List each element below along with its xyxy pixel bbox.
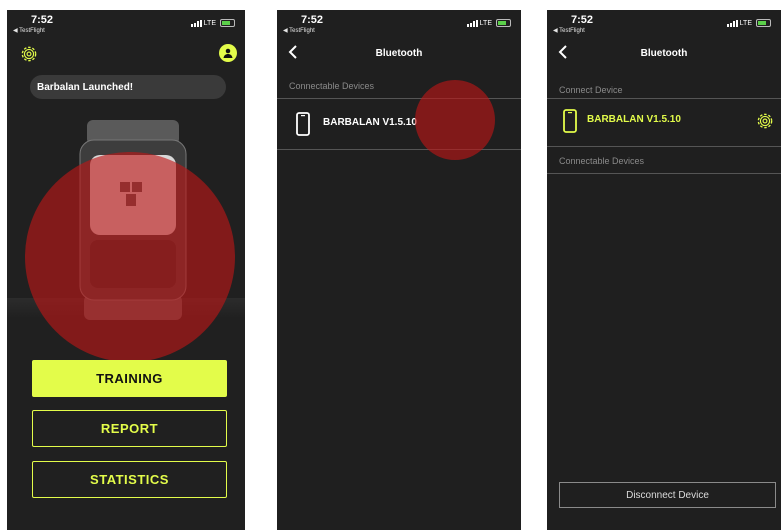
status-bar: 7:52 ◀ TestFlight LTE xyxy=(7,10,245,40)
signal-bars-icon xyxy=(190,19,202,27)
signal-indicator: LTE xyxy=(466,19,511,27)
signal-bars-icon xyxy=(726,19,738,27)
user-icon[interactable] xyxy=(219,44,237,62)
status-bar: 7:52 ◀ TestFlight LTE xyxy=(277,10,521,40)
phone-icon xyxy=(563,109,577,133)
bluetooth-scan-screen: 7:52 ◀ TestFlight LTE Bluetooth Connecta… xyxy=(277,10,521,530)
connected-device-name: BARBALAN V1.5.10 xyxy=(587,114,681,125)
signal-indicator: LTE xyxy=(190,19,235,27)
page-title: Bluetooth xyxy=(640,48,688,59)
touch-indicator xyxy=(415,80,495,160)
testflight-back-link[interactable]: ◀ TestFlight xyxy=(553,27,585,34)
phone-icon xyxy=(296,112,310,136)
gear-icon[interactable] xyxy=(19,44,39,64)
status-time: 7:52 xyxy=(301,14,324,26)
launch-toast: Barbalan Launched! xyxy=(30,75,226,99)
status-time: 7:52 xyxy=(31,14,54,26)
device-name: BARBALAN V1.5.10 xyxy=(323,117,417,128)
report-button[interactable]: REPORT xyxy=(32,410,227,447)
battery-icon xyxy=(220,19,235,27)
network-label: LTE xyxy=(203,19,216,27)
divider xyxy=(547,173,781,174)
connected-device-row[interactable]: BARBALAN V1.5.10 xyxy=(547,96,781,146)
network-label: LTE xyxy=(739,19,752,27)
home-screen: 7:52 ◀ TestFlight LTE Barbalan Launched! xyxy=(7,10,245,530)
battery-icon xyxy=(756,19,771,27)
statistics-button[interactable]: STATISTICS xyxy=(32,461,227,498)
battery-icon xyxy=(496,19,511,27)
status-bar: 7:52 ◀ TestFlight LTE xyxy=(547,10,781,40)
section-header-connectable: Connectable Devices xyxy=(547,147,781,175)
testflight-back-link[interactable]: ◀ TestFlight xyxy=(13,27,45,34)
training-button[interactable]: TRAINING xyxy=(32,360,227,397)
user-glyph-icon xyxy=(223,48,233,58)
disconnect-device-button[interactable]: Disconnect Device xyxy=(559,482,776,508)
testflight-back-link[interactable]: ◀ TestFlight xyxy=(283,27,315,34)
page-title: Bluetooth xyxy=(375,48,423,59)
gear-icon[interactable] xyxy=(755,111,775,131)
touch-indicator xyxy=(25,152,235,362)
divider xyxy=(277,149,521,150)
bluetooth-connected-screen: 7:52 ◀ TestFlight LTE Bluetooth Connect … xyxy=(547,10,781,530)
network-label: LTE xyxy=(479,19,492,27)
status-time: 7:52 xyxy=(571,14,594,26)
signal-indicator: LTE xyxy=(726,19,771,27)
signal-bars-icon xyxy=(466,19,478,27)
